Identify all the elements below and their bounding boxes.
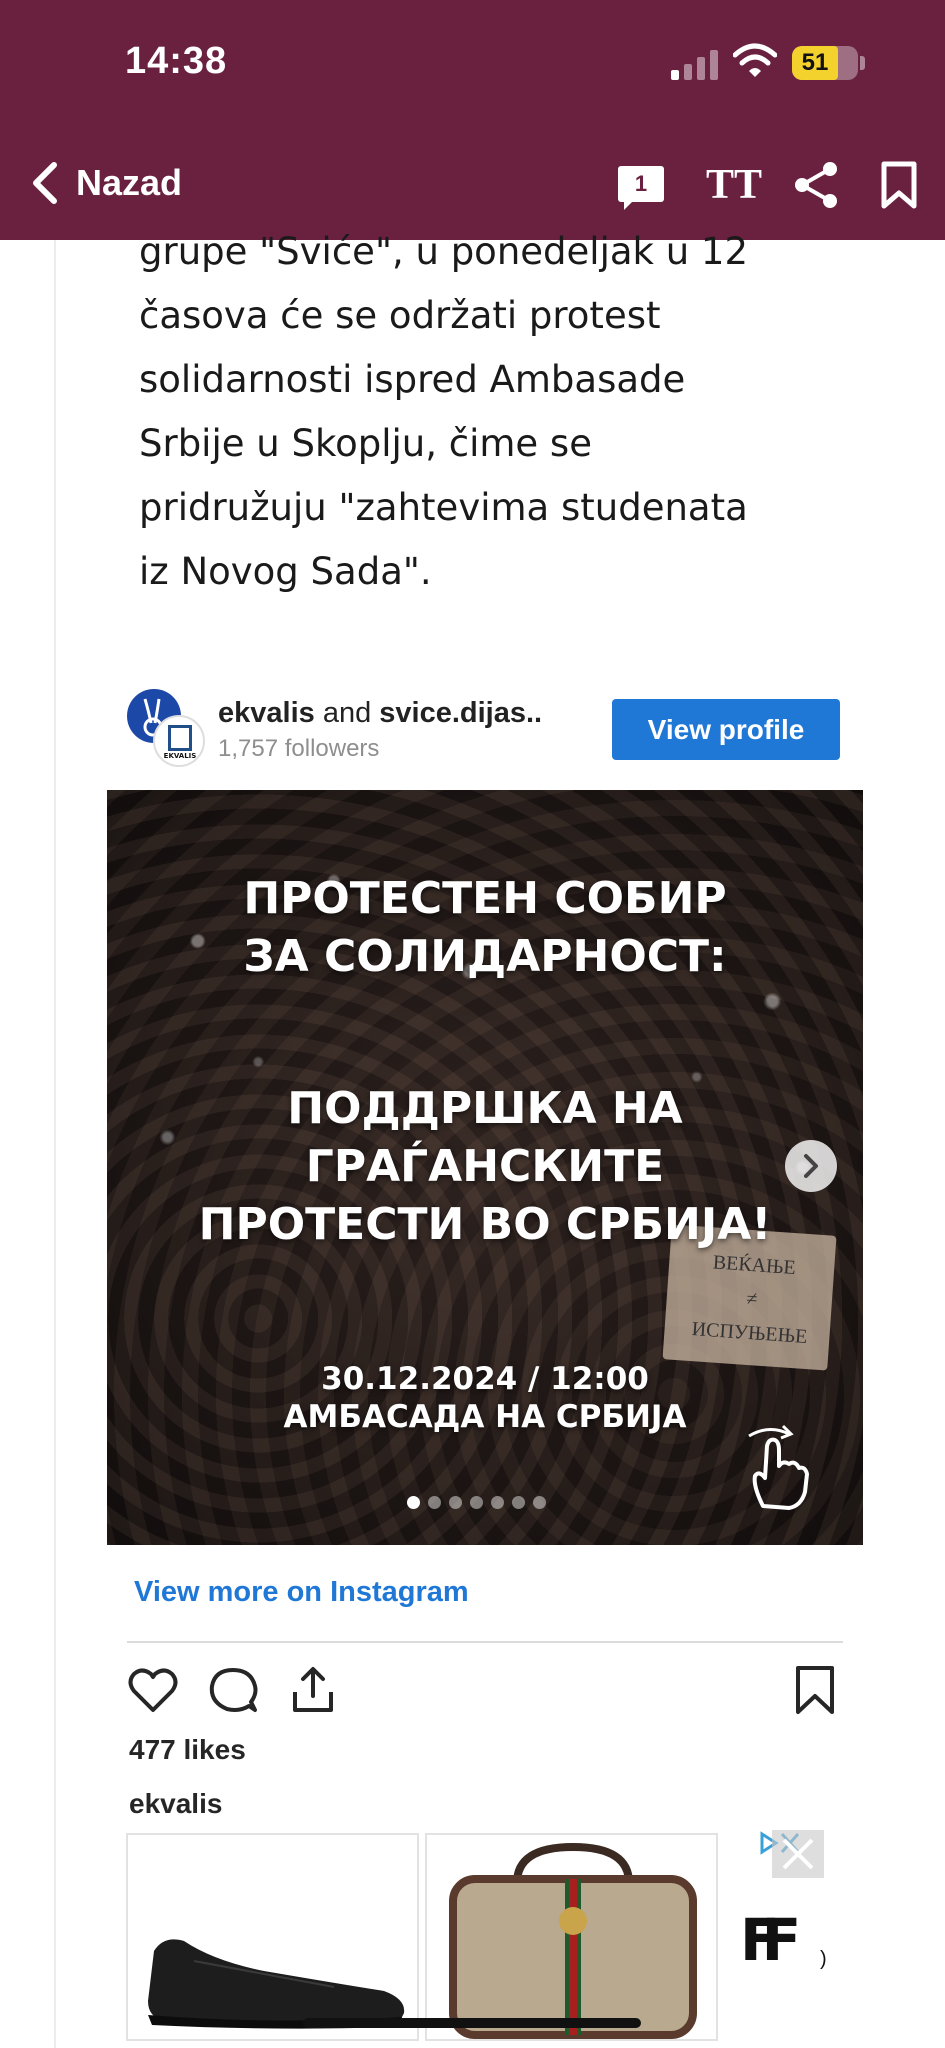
headline-line: ПРОТЕСТЕН СОБИР: [243, 873, 727, 924]
status-time: 14:38: [125, 40, 228, 82]
divider: [127, 1641, 843, 1643]
comment-icon: [624, 200, 634, 210]
share-icon[interactable]: [792, 160, 842, 210]
sneaker-image: [148, 1939, 405, 2029]
carousel-next-button[interactable]: [785, 1140, 837, 1192]
ad-product-card[interactable]: [126, 1833, 419, 2041]
carousel-dots: [407, 1496, 546, 1510]
article-line: iz Novog Sada".: [139, 550, 432, 593]
share-icon[interactable]: [287, 1664, 339, 1716]
advertiser-logo[interactable]: FF: [740, 1905, 820, 1975]
like-count: 477 likes: [129, 1734, 246, 1765]
view-more-on-instagram-link[interactable]: View more on Instagram: [134, 1576, 469, 1609]
battery-icon: 51: [792, 46, 858, 80]
battery-level: 51: [801, 49, 829, 76]
ekvalis-logo-icon: [168, 725, 192, 751]
bookmark-icon[interactable]: [874, 160, 924, 210]
heart-icon[interactable]: [127, 1664, 179, 1716]
instagram-usernames[interactable]: ekvalis and svice.dijas..: [218, 697, 542, 730]
home-indicator[interactable]: [303, 2018, 641, 2028]
article-line: solidarnosti ispred Ambasade: [139, 358, 686, 401]
close-icon: [782, 1838, 814, 1870]
article-line: časova će se održati protest: [139, 294, 661, 337]
username-2[interactable]: svice.dijas..: [379, 697, 542, 729]
instagram-post-image[interactable]: ВЕЌАЊЕ ≠ ИСПУЊЕЊЕ ПРОТЕСТЕН СОБИР ЗА СОЛ…: [107, 790, 863, 1545]
article-line: pridružuju "zahtevima studenata: [139, 486, 748, 529]
bookmark-icon[interactable]: [790, 1664, 842, 1716]
ad-text-fragment: ): [820, 1948, 827, 1970]
carousel-dot: [491, 1496, 504, 1509]
follower-count: 1,757 followers: [218, 735, 380, 762]
chevron-left-icon: [33, 162, 57, 204]
headline-line: ЗА СОЛИДАРНОСТ:: [243, 931, 727, 982]
ad-product-card[interactable]: [425, 1833, 718, 2041]
article-line: Srbije u Skoplju, čime se: [139, 422, 592, 465]
comment-icon[interactable]: [207, 1664, 259, 1716]
wifi-icon: [733, 43, 777, 77]
carousel-dot: [449, 1496, 462, 1509]
photo-headline-secondary: ПОДДРШКА НА ГРАЃАНСКИТЕ ПРОТЕСТИ ВО СРБИ…: [107, 1080, 863, 1254]
article-margin-rule: [54, 240, 56, 2048]
headline-line: ГРАЃАНСКИТЕ: [305, 1141, 665, 1192]
carousel-dot: [470, 1496, 483, 1509]
carousel-dot: [407, 1496, 420, 1509]
username-1[interactable]: ekvalis: [218, 697, 315, 729]
headline-line: ПОДДРШКА НА: [287, 1083, 683, 1134]
username-connector: and: [314, 697, 380, 729]
avatar[interactable]: EKVALIS: [153, 715, 205, 767]
back-label: Nazad: [76, 162, 183, 203]
photo-headline-primary: ПРОТЕСТЕН СОБИР ЗА СОЛИДАРНОСТ:: [107, 870, 863, 986]
ad-close-button[interactable]: [772, 1830, 824, 1878]
article-line: grupe "Sviće", u ponedeljak u 12: [139, 230, 749, 273]
carousel-dot: [533, 1496, 546, 1509]
comment-count: 1: [618, 166, 664, 202]
signal-icon: [671, 48, 721, 80]
text-size-icon: TT: [706, 162, 763, 208]
swipe-hand-icon: [748, 1424, 809, 1510]
avatar-label: EKVALIS: [163, 752, 197, 760]
article-body: grupe "Sviće", u ponedeljak u 12 časova …: [139, 220, 839, 604]
event-date: 30.12.2024 / 12:00: [321, 1361, 649, 1397]
handbag-image: [449, 1842, 697, 2039]
view-profile-button[interactable]: View profile: [612, 699, 840, 760]
chevron-right-icon: [804, 1154, 818, 1178]
top-bar: 14:38 51 Nazad 1 TT: [0, 0, 945, 240]
back-button[interactable]: Nazad: [26, 155, 182, 211]
comments-button[interactable]: 1: [618, 160, 668, 210]
caption-username[interactable]: ekvalis: [129, 1788, 222, 1820]
text-size-button[interactable]: TT: [706, 160, 762, 210]
carousel-dot: [428, 1496, 441, 1509]
instagram-header: EKVALIS ekvalis and svice.dijas.. 1,757 …: [127, 685, 843, 775]
battery-tip: [860, 56, 865, 70]
carousel-dot: [512, 1496, 525, 1509]
headline-line: ПРОТЕСТИ ВО СРБИЈА!: [198, 1199, 772, 1250]
